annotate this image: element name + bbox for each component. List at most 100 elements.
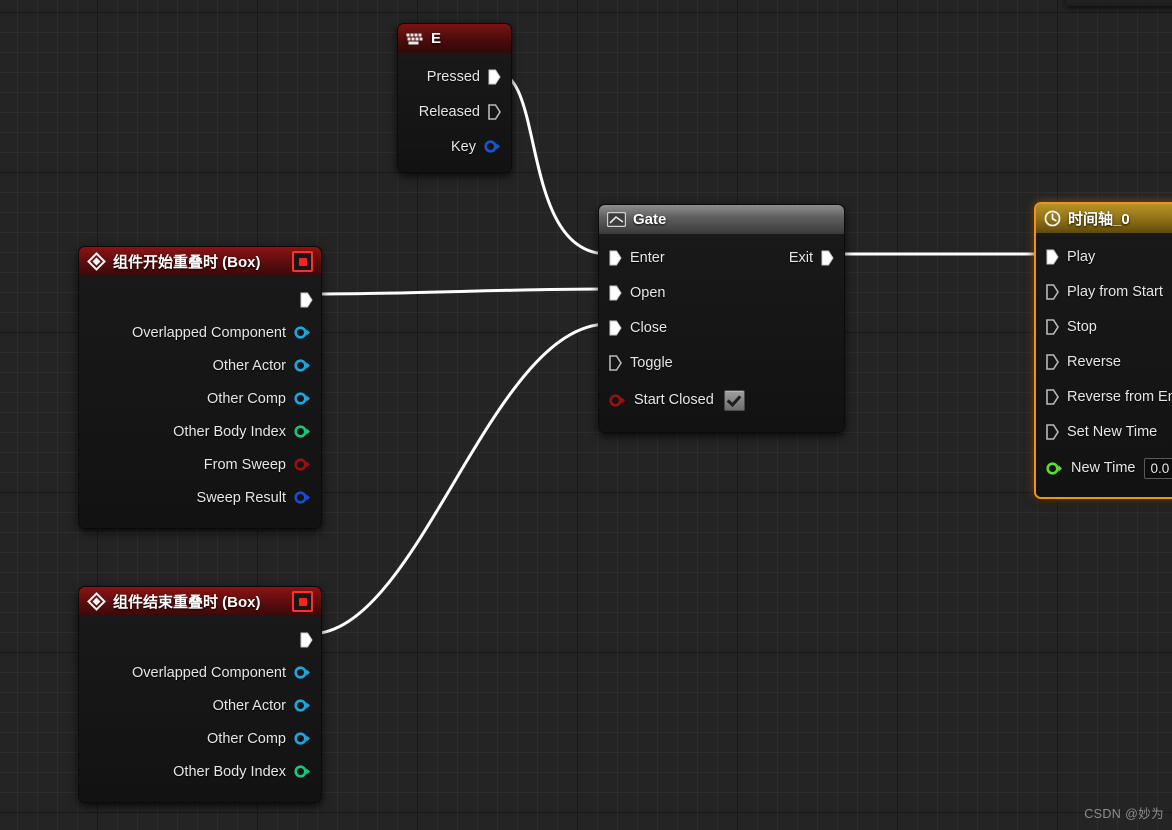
data-pin-overlapped-component[interactable] (294, 326, 311, 339)
pin-label-stop: Stop (1067, 318, 1097, 335)
pin-row-sweep-result[interactable]: Sweep Result (79, 481, 321, 514)
event-diamond-icon (87, 252, 106, 271)
pin-label-other-body-index: Other Body Index (173, 763, 286, 780)
pin-label-exit: Exit (788, 249, 813, 266)
pin-row-reverse[interactable]: Reverse (1036, 344, 1172, 379)
pin-label-overlapped-component: Overlapped Component (132, 324, 286, 341)
data-pin-sweep-result[interactable] (294, 491, 311, 504)
pin-row-other-body-index[interactable]: Other Body Index (79, 755, 321, 788)
node-header-begin-overlap[interactable]: 组件开始重叠时 (Box) (79, 247, 321, 276)
node-title: Gate (633, 211, 667, 228)
node-title: 组件结束重叠时 (Box) (113, 594, 261, 611)
pin-label-other-actor: Other Actor (212, 357, 286, 374)
exec-pin-close[interactable] (609, 320, 622, 336)
pin-row-set-new-time[interactable]: Set New Time (1036, 414, 1172, 449)
node-key-event-e[interactable]: E Pressed Released Key (397, 23, 512, 173)
data-pin-overlapped-component[interactable] (294, 666, 311, 679)
pin-row-exit[interactable]: Exit (789, 240, 844, 275)
pin-row-open[interactable]: Open (599, 275, 745, 310)
data-pin-other-actor[interactable] (294, 359, 311, 372)
node-component-end-overlap[interactable]: 组件结束重叠时 (Box) Overlapped Component Other… (78, 586, 322, 803)
new-time-input[interactable]: 0.0 (1144, 457, 1172, 479)
exec-pin-exit[interactable] (821, 250, 834, 266)
data-pin-other-body-index[interactable] (294, 765, 311, 778)
data-pin-other-actor[interactable] (294, 699, 311, 712)
data-pin-other-body-index[interactable] (294, 425, 311, 438)
exec-pin-released[interactable] (488, 103, 501, 120)
node-gate[interactable]: Gate Enter Open Close Toggle Start Close… (598, 204, 845, 433)
pin-row-toggle[interactable]: Toggle (599, 345, 745, 380)
pin-row-released[interactable]: Released (398, 94, 511, 129)
gate-output-pins: Exit (789, 240, 844, 420)
event-diamond-icon (87, 592, 106, 611)
pin-row-pressed[interactable]: Pressed (398, 59, 511, 94)
node-timeline[interactable]: 时间轴_0 Play Play from Start Stop Reverse … (1034, 202, 1172, 499)
pin-label-released: Released (418, 103, 480, 120)
data-pin-key[interactable] (484, 140, 501, 153)
pin-row-key[interactable]: Key (398, 129, 511, 164)
stop-square-icon[interactable] (292, 591, 313, 612)
node-body-begin-overlap: Overlapped Component Other Actor Other C… (79, 276, 321, 528)
pin-label-play: Play (1067, 248, 1096, 265)
pin-row-close[interactable]: Close (599, 310, 745, 345)
data-pin-new-time[interactable] (1046, 461, 1063, 475)
node-header-end-overlap[interactable]: 组件结束重叠时 (Box) (79, 587, 321, 616)
pin-row-overlapped-component[interactable]: Overlapped Component (79, 656, 321, 689)
pin-label-reverse-from-end: Reverse from End (1067, 388, 1172, 405)
pin-row-other-actor[interactable]: Other Actor (79, 689, 321, 722)
gate-input-pins: Enter Open Close Toggle Start Closed (599, 240, 745, 420)
data-pin-other-comp[interactable] (294, 392, 311, 405)
exec-pin-toggle[interactable] (609, 354, 622, 371)
node-body-gate: Enter Open Close Toggle Start Closed Exi… (599, 234, 844, 432)
pin-label-set-new-time: Set New Time (1067, 423, 1158, 440)
pin-row-other-actor[interactable]: Other Actor (79, 349, 321, 382)
exec-pin-pressed[interactable] (488, 69, 501, 85)
gate-icon (607, 212, 626, 227)
exec-pin-set-new-time[interactable] (1046, 423, 1059, 440)
pin-row-play-from-start[interactable]: Play from Start (1036, 274, 1172, 309)
node-header-key-event-e[interactable]: E (398, 24, 511, 53)
watermark: CSDN @妙为 (1084, 807, 1164, 821)
pin-row-new-time[interactable]: New Time 0.0 (1036, 449, 1172, 487)
pin-row-enter[interactable]: Enter (599, 240, 745, 275)
node-body-timeline: Play Play from Start Stop Reverse Revers… (1036, 233, 1172, 497)
pin-row-exec-out[interactable] (79, 284, 321, 316)
node-header-gate[interactable]: Gate (599, 205, 844, 234)
keyboard-icon (406, 33, 423, 44)
data-pin-from-sweep[interactable] (294, 458, 311, 471)
pin-label-play-from-start: Play from Start (1067, 283, 1163, 300)
exec-pin-stop[interactable] (1046, 318, 1059, 335)
data-pin-other-comp[interactable] (294, 732, 311, 745)
exec-pin-out[interactable] (300, 292, 313, 308)
node-component-begin-overlap[interactable]: 组件开始重叠时 (Box) Overlapped Component Other… (78, 246, 322, 529)
clock-icon (1044, 210, 1061, 227)
exec-pin-reverse-from-end[interactable] (1046, 388, 1059, 405)
node-title: 时间轴_0 (1068, 211, 1130, 228)
exec-pin-play[interactable] (1046, 249, 1059, 265)
pin-row-reverse-from-end[interactable]: Reverse from End (1036, 379, 1172, 414)
pin-label-enter: Enter (630, 249, 665, 266)
node-header-timeline[interactable]: 时间轴_0 (1036, 204, 1172, 233)
stop-square-icon[interactable] (292, 251, 313, 272)
pin-row-start-closed[interactable]: Start Closed (599, 380, 745, 420)
exec-pin-reverse[interactable] (1046, 353, 1059, 370)
pin-label-other-comp: Other Comp (207, 390, 286, 407)
pin-row-exec-out[interactable] (79, 624, 321, 656)
start-closed-checkbox[interactable] (723, 389, 745, 411)
pin-row-stop[interactable]: Stop (1036, 309, 1172, 344)
exec-pin-open[interactable] (609, 285, 622, 301)
pin-label-close: Close (630, 319, 668, 336)
exec-pin-enter[interactable] (609, 250, 622, 266)
pin-label-other-actor: Other Actor (212, 697, 286, 714)
blueprint-event-graph-canvas[interactable]: E Pressed Released Key 组件开始重叠时 (Box) Ove… (0, 0, 1172, 830)
data-pin-start-closed[interactable] (609, 393, 626, 407)
pin-row-play[interactable]: Play (1036, 239, 1172, 274)
pin-row-overlapped-component[interactable]: Overlapped Component (79, 316, 321, 349)
pin-row-from-sweep[interactable]: From Sweep (79, 448, 321, 481)
exec-pin-play-from-start[interactable] (1046, 283, 1059, 300)
pin-row-other-comp[interactable]: Other Comp (79, 382, 321, 415)
wire-beginoverlap-to-open (308, 287, 610, 296)
pin-row-other-body-index[interactable]: Other Body Index (79, 415, 321, 448)
pin-row-other-comp[interactable]: Other Comp (79, 722, 321, 755)
exec-pin-out[interactable] (300, 632, 313, 648)
